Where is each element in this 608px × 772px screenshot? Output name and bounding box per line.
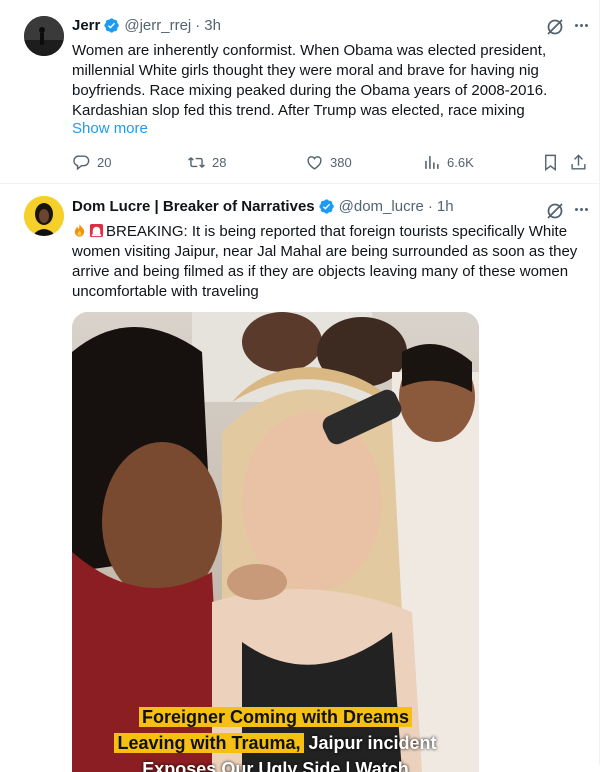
repost-button[interactable]: 28: [187, 153, 226, 172]
fire-emoji: [74, 223, 85, 237]
tweet-text-container: BREAKING: It is being reported that fore…: [72, 222, 592, 302]
caption-highlight: Leaving with Trauma,: [114, 733, 304, 753]
bookmark-button[interactable]: [541, 153, 566, 172]
more-icon[interactable]: [575, 208, 588, 211]
views-count: 6.6K: [447, 155, 474, 170]
more-icon[interactable]: [575, 24, 588, 27]
tweet-dom-lucre[interactable]: Dom Lucre | Breaker of Narratives @dom_l…: [0, 184, 600, 772]
share-icon: [571, 154, 586, 170]
bookmark-icon: [545, 154, 556, 172]
tweet-text: Women are inherently conformist. When Ob…: [72, 42, 548, 119]
timestamp[interactable]: 3h: [204, 17, 221, 34]
grok-icon[interactable]: [545, 17, 565, 37]
avatar[interactable]: [24, 16, 64, 56]
timestamp[interactable]: 1h: [437, 198, 454, 215]
show-more-link[interactable]: Show more: [72, 120, 148, 137]
caption-highlight: Foreigner Coming with Dreams: [138, 707, 413, 727]
video-caption-line1: Foreigner Coming with Dreams: [72, 704, 479, 730]
caption-text: Jaipur incident: [303, 733, 437, 753]
video-caption-line2: Leaving with Trauma, Jaipur incident: [72, 730, 479, 756]
separator-dot: ·: [195, 17, 201, 34]
grok-icon[interactable]: [545, 201, 565, 221]
avatar[interactable]: [24, 196, 64, 236]
tweet-header: Jerr @jerr_rrej · 3h: [72, 17, 221, 34]
reply-icon: [73, 155, 90, 171]
author-name[interactable]: Jerr: [72, 17, 100, 34]
verified-badge-icon: [318, 198, 335, 215]
repost-count: 28: [212, 155, 227, 170]
tweet-video[interactable]: Foreigner Coming with Dreams Leaving wit…: [72, 312, 479, 772]
like-icon: [307, 156, 322, 170]
author-handle[interactable]: @jerr_rrej: [124, 17, 191, 34]
tweet-jerr[interactable]: Jerr @jerr_rrej · 3h Women are inherentl…: [0, 0, 600, 184]
verified-badge-icon: [103, 17, 120, 34]
repost-icon: [188, 157, 205, 168]
tweet-text: BREAKING: It is being reported that fore…: [72, 223, 578, 300]
views-button[interactable]: 6.6K: [422, 153, 474, 172]
video-frame: [72, 312, 479, 772]
video-caption-line3: Exposes Our Ugly Side | Watch: [142, 759, 409, 772]
tweet-header: Dom Lucre | Breaker of Narratives @dom_l…: [72, 198, 454, 215]
separator-dot: ·: [427, 198, 433, 215]
views-icon: [425, 156, 439, 169]
reply-button[interactable]: 20: [72, 153, 111, 172]
share-button[interactable]: [569, 153, 594, 172]
tweet-actions: 20 28 380 6.6K: [72, 153, 592, 173]
like-button[interactable]: 380: [305, 153, 352, 172]
author-name[interactable]: Dom Lucre | Breaker of Narratives: [72, 198, 315, 215]
like-count: 380: [330, 155, 352, 170]
siren-emoji: [89, 223, 104, 238]
reply-count: 20: [97, 155, 112, 170]
author-handle[interactable]: @dom_lucre: [339, 198, 424, 215]
